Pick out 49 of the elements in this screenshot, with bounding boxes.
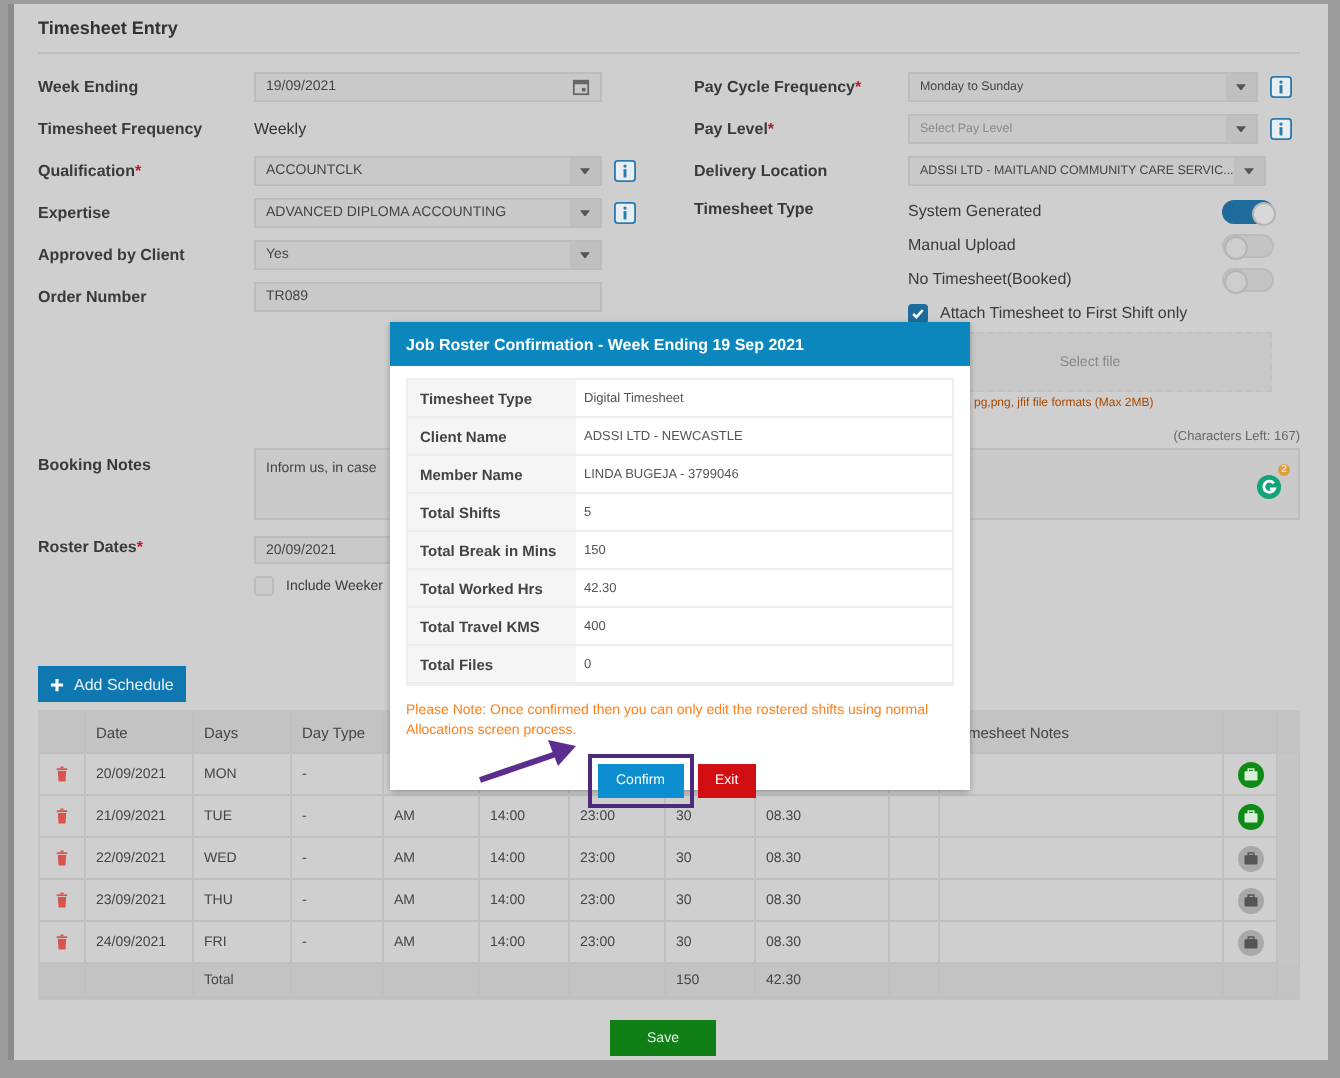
field-label: Pay Level* — [694, 120, 777, 138]
trash-icon[interactable] — [56, 766, 68, 782]
pointer-arrow — [476, 736, 580, 784]
field-label: Timesheet Frequency — [38, 120, 205, 138]
field-label: Expertise — [38, 204, 113, 222]
caret-icon — [580, 167, 591, 175]
table-cell — [890, 796, 940, 838]
info-icon[interactable] — [1270, 75, 1293, 97]
trash-icon[interactable] — [56, 892, 68, 908]
briefcase-icon[interactable] — [1237, 887, 1263, 913]
trash-icon[interactable] — [56, 850, 68, 866]
info-icon[interactable] — [614, 201, 637, 223]
field-label: Approved by Client — [38, 246, 187, 264]
panel-title: Timesheet Entry — [38, 12, 1300, 54]
caret-icon — [1236, 83, 1247, 91]
plus-icon — [50, 677, 64, 691]
field-label: Qualification* — [38, 162, 144, 180]
field-label: Order Number — [38, 288, 149, 306]
field-label: Timesheet Type — [694, 198, 816, 218]
field-label: Week Ending — [38, 78, 141, 96]
caret-icon — [580, 251, 591, 259]
checkbox[interactable] — [908, 303, 928, 323]
info-icon[interactable] — [614, 159, 637, 181]
field-label: Delivery Location — [694, 162, 830, 180]
dialog-title: Job Roster Confirmation - Week Ending 19 Sep 2021 — [390, 322, 970, 366]
field-label: Pay Cycle Frequency* — [694, 78, 864, 96]
field-label: Roster Dates* — [38, 536, 145, 556]
field-value: Weekly — [254, 120, 307, 138]
caret-icon — [580, 209, 591, 217]
option-label: No Timesheet(Booked) — [908, 270, 1072, 288]
briefcase-icon[interactable] — [1237, 845, 1263, 871]
toggle-switch[interactable] — [1222, 199, 1274, 223]
grammar-assistant-icon[interactable] — [1256, 474, 1282, 500]
option-label: System Generated — [908, 202, 1042, 220]
info-icon[interactable] — [1270, 117, 1293, 139]
trash-icon[interactable] — [56, 934, 68, 950]
briefcase-icon[interactable] — [1237, 761, 1263, 787]
briefcase-icon[interactable] — [1237, 929, 1263, 955]
caret-icon — [1236, 125, 1247, 133]
calendar-icon[interactable] — [572, 78, 591, 96]
toggle-switch[interactable] — [1222, 233, 1274, 257]
option-label: Manual Upload — [908, 236, 1016, 254]
field-label: Booking Notes — [38, 454, 153, 474]
briefcase-icon[interactable] — [1237, 803, 1263, 829]
toggle-switch[interactable] — [1222, 267, 1274, 291]
trash-icon[interactable] — [56, 808, 68, 824]
add-schedule-button[interactable]: Add Schedule — [38, 666, 186, 702]
caret-icon — [1243, 167, 1254, 175]
checkbox-label: Attach Timesheet to First Shift only — [940, 304, 1188, 322]
